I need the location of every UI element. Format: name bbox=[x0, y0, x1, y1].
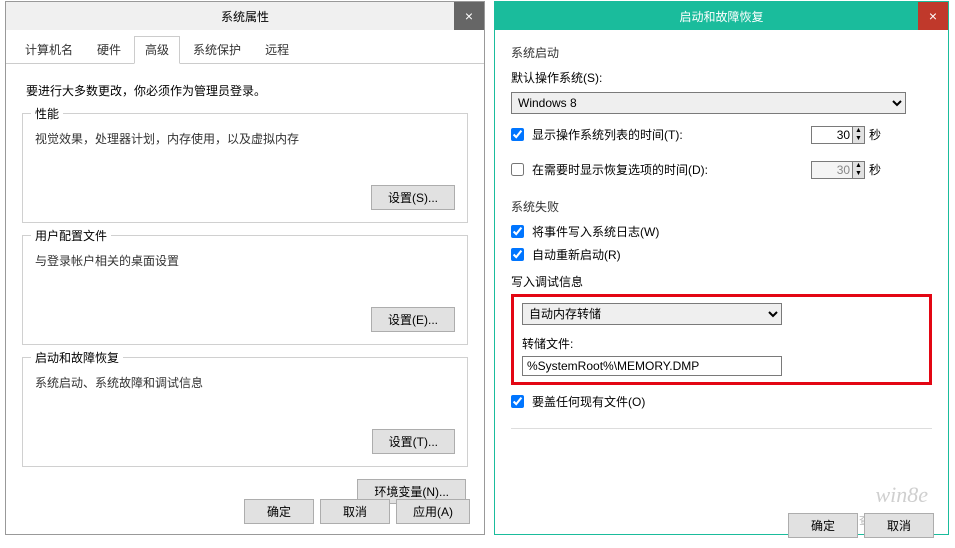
performance-desc: 视觉效果，处理器计划，内存使用，以及虚拟内存 bbox=[35, 130, 455, 147]
profile-desc: 与登录帐户相关的桌面设置 bbox=[35, 252, 455, 269]
tab-remote[interactable]: 远程 bbox=[254, 36, 300, 63]
tab-hardware[interactable]: 硬件 bbox=[86, 36, 132, 63]
spinner: ▲▼ bbox=[853, 161, 865, 179]
dump-head: 写入调试信息 bbox=[511, 273, 932, 290]
show-recovery-input[interactable] bbox=[511, 163, 524, 176]
apply-button[interactable]: 应用(A) bbox=[396, 499, 470, 524]
profile-settings-button[interactable]: 设置(E)... bbox=[371, 307, 455, 332]
section-head: 系统启动 bbox=[511, 44, 932, 61]
performance-group: 性能 视觉效果，处理器计划，内存使用，以及虚拟内存 设置(S)... bbox=[22, 113, 468, 223]
auto-restart-checkbox[interactable]: 自动重新启动(R) bbox=[511, 246, 932, 263]
seconds-unit: 秒 bbox=[869, 126, 881, 143]
tab-advanced[interactable]: 高级 bbox=[134, 36, 180, 64]
startup-settings-button[interactable]: 设置(T)... bbox=[372, 429, 455, 454]
close-icon[interactable]: × bbox=[918, 2, 948, 30]
seconds-unit: 秒 bbox=[869, 161, 881, 178]
log-event-input[interactable] bbox=[511, 225, 524, 238]
performance-settings-button[interactable]: 设置(S)... bbox=[371, 185, 455, 210]
section-head: 系统失败 bbox=[511, 198, 932, 215]
chevron-down-icon: ▼ bbox=[853, 135, 864, 143]
system-properties-dialog: 系统属性 × 计算机名 硬件 高级 系统保护 远程 要进行大多数更改，你必须作为… bbox=[5, 1, 485, 535]
os-list-time-input[interactable] bbox=[811, 126, 853, 144]
auto-restart-label: 自动重新启动(R) bbox=[532, 246, 621, 263]
group-title: 性能 bbox=[31, 105, 63, 122]
dialog-buttons: 确定 取消 应用(A) bbox=[244, 499, 470, 524]
dump-highlight-box: 自动内存转储 转储文件: bbox=[511, 294, 932, 385]
system-failure-section: 系统失败 将事件写入系统日志(W) 自动重新启动(R) 写入调试信息 自动内存转… bbox=[511, 198, 932, 410]
show-recovery-label: 在需要时显示恢复选项的时间(D): bbox=[532, 161, 708, 178]
tab-content: 要进行大多数更改，你必须作为管理员登录。 性能 视觉效果，处理器计划，内存使用，… bbox=[6, 64, 484, 516]
chevron-down-icon: ▼ bbox=[853, 170, 864, 178]
startup-recovery-dialog: 启动和故障恢复 × 系统启动 默认操作系统(S): Windows 8 显示操作… bbox=[494, 1, 949, 535]
group-title: 用户配置文件 bbox=[31, 227, 111, 244]
default-os-select[interactable]: Windows 8 bbox=[511, 92, 906, 114]
titlebar: 系统属性 × bbox=[6, 2, 484, 30]
dump-file-label: 转储文件: bbox=[522, 335, 921, 352]
recovery-time-input bbox=[811, 161, 853, 179]
startup-recovery-group: 启动和故障恢复 系统启动、系统故障和调试信息 设置(T)... bbox=[22, 357, 468, 467]
tab-system-protection[interactable]: 系统保护 bbox=[182, 36, 252, 63]
chevron-up-icon: ▲ bbox=[853, 162, 864, 170]
overwrite-label: 要盖任何现有文件(O) bbox=[532, 393, 645, 410]
show-os-list-input[interactable] bbox=[511, 128, 524, 141]
user-profile-group: 用户配置文件 与登录帐户相关的桌面设置 设置(E)... bbox=[22, 235, 468, 345]
dump-type-select[interactable]: 自动内存转储 bbox=[522, 303, 782, 325]
show-recovery-checkbox[interactable]: 在需要时显示恢复选项的时间(D): bbox=[511, 161, 708, 178]
show-os-list-label: 显示操作系统列表的时间(T): bbox=[532, 126, 683, 143]
startup-desc: 系统启动、系统故障和调试信息 bbox=[35, 374, 455, 391]
log-event-label: 将事件写入系统日志(W) bbox=[532, 223, 659, 240]
default-os-label: 默认操作系统(S): bbox=[511, 69, 602, 86]
overwrite-checkbox[interactable]: 要盖任何现有文件(O) bbox=[511, 393, 932, 410]
tab-computer-name[interactable]: 计算机名 bbox=[14, 36, 84, 63]
titlebar: 启动和故障恢复 × bbox=[495, 2, 948, 30]
close-icon[interactable]: × bbox=[454, 2, 484, 30]
log-event-checkbox[interactable]: 将事件写入系统日志(W) bbox=[511, 223, 932, 240]
admin-note: 要进行大多数更改，你必须作为管理员登录。 bbox=[26, 82, 464, 99]
dump-file-input[interactable] bbox=[522, 356, 782, 376]
show-os-list-checkbox[interactable]: 显示操作系统列表的时间(T): bbox=[511, 126, 683, 143]
watermark: win8e bbox=[875, 482, 928, 508]
overwrite-input[interactable] bbox=[511, 395, 524, 408]
system-startup-section: 系统启动 默认操作系统(S): Windows 8 显示操作系统列表的时间(T)… bbox=[511, 44, 932, 184]
tab-row: 计算机名 硬件 高级 系统保护 远程 bbox=[6, 30, 484, 64]
dialog-title: 系统属性 bbox=[221, 8, 269, 25]
group-title: 启动和故障恢复 bbox=[31, 349, 123, 366]
cancel-button[interactable]: 取消 bbox=[864, 513, 934, 538]
separator bbox=[511, 428, 932, 429]
dialog-buttons: 确定 取消 bbox=[788, 513, 934, 538]
ok-button[interactable]: 确定 bbox=[244, 499, 314, 524]
cancel-button[interactable]: 取消 bbox=[320, 499, 390, 524]
auto-restart-input[interactable] bbox=[511, 248, 524, 261]
spinner[interactable]: ▲▼ bbox=[853, 126, 865, 144]
dialog-title: 启动和故障恢复 bbox=[679, 8, 763, 25]
chevron-up-icon: ▲ bbox=[853, 127, 864, 135]
ok-button[interactable]: 确定 bbox=[788, 513, 858, 538]
